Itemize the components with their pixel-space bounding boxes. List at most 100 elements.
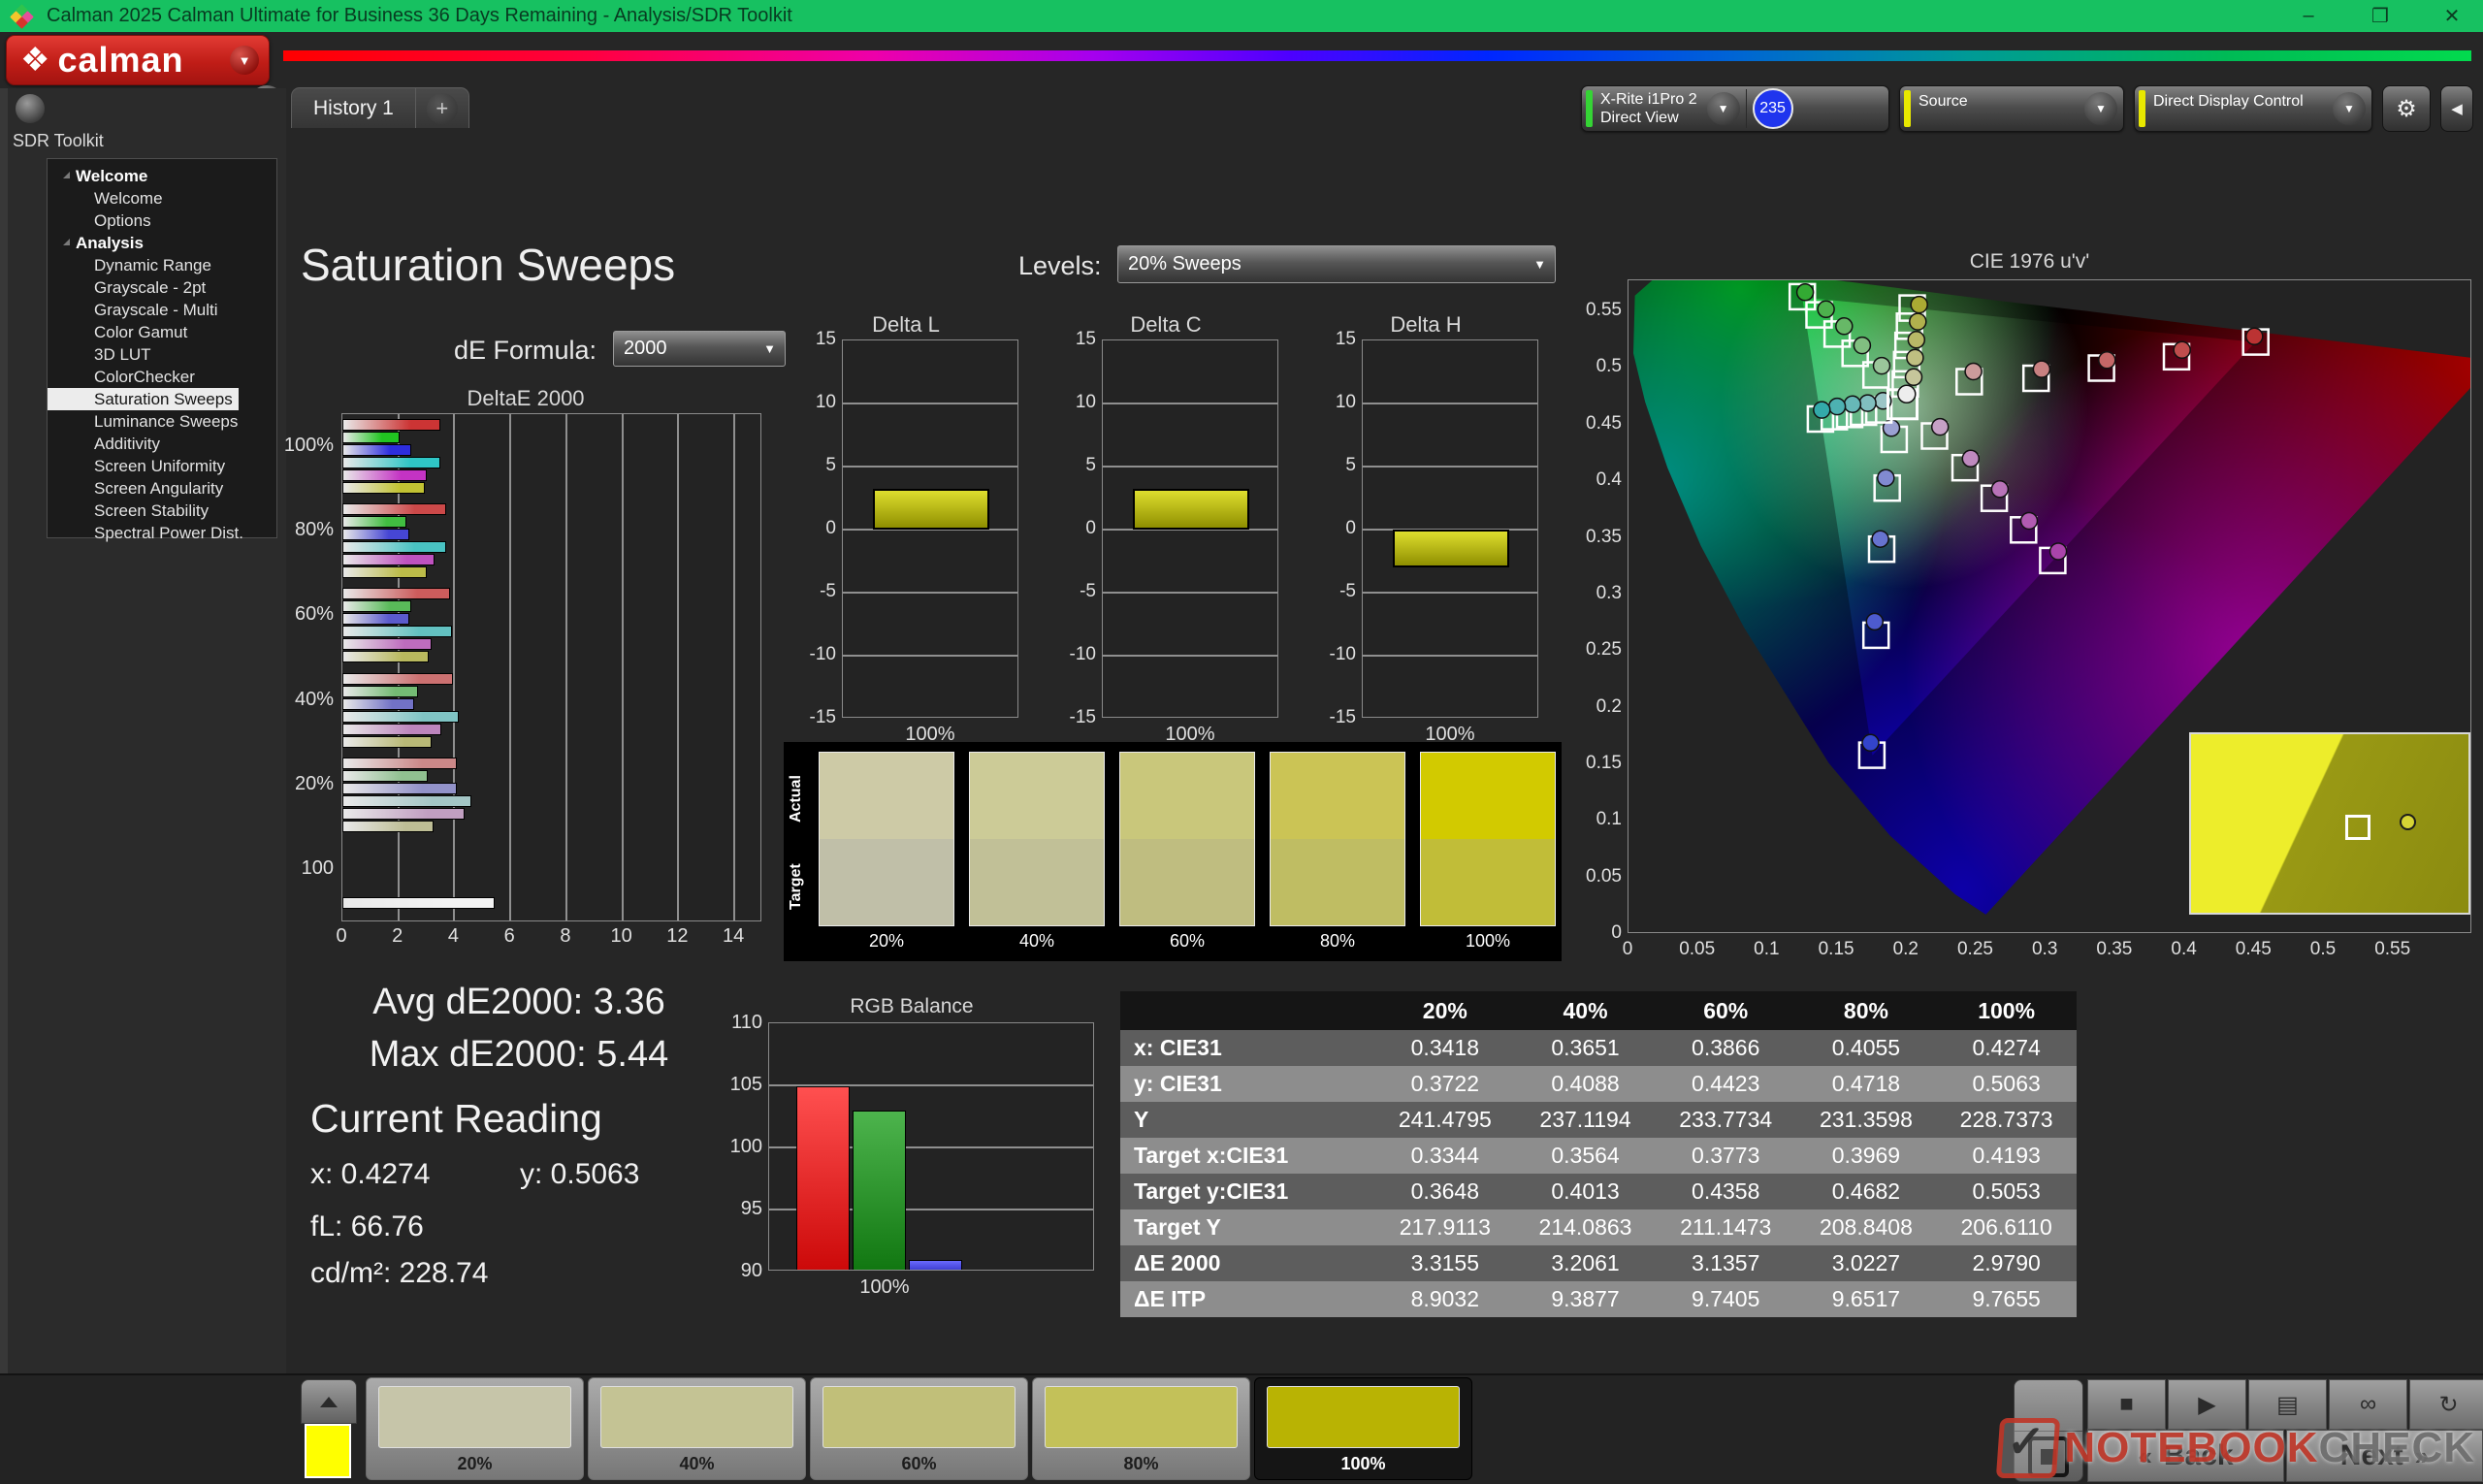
chevron-down-icon[interactable]: ▼ <box>1706 92 1740 125</box>
sidebar-item-colorchecker[interactable]: ColorChecker <box>48 366 276 388</box>
y-tick-label: 105 <box>729 1074 762 1095</box>
deltae-bar-blue <box>342 443 411 456</box>
next-button[interactable]: Next » <box>2286 1430 2483 1482</box>
sidebar-item-additivity[interactable]: Additivity <box>48 433 276 455</box>
sidebar-section-welcome[interactable]: Welcome <box>48 165 276 187</box>
sidebar-item-screen-angularity[interactable]: Screen Angularity <box>48 477 276 500</box>
panel-collapse-button[interactable]: ◀ <box>2440 85 2473 132</box>
table-row: x: CIE31 0.3418 0.3651 0.3866 0.4055 0.4274 <box>1120 1030 2077 1066</box>
pattern-preview-swatch[interactable] <box>305 1424 351 1478</box>
x-tick-label: 10 <box>610 925 632 947</box>
stop-button[interactable]: ■ <box>2087 1379 2166 1430</box>
patch-swatch <box>378 1386 571 1448</box>
x-tick-label: 6 <box>503 925 515 947</box>
sidebar-item-welcome[interactable]: Welcome <box>48 187 276 210</box>
actual-swatch <box>1120 753 1254 839</box>
deltae-bar-cyan <box>342 626 452 638</box>
x-tick-label: 0.55 <box>2374 939 2411 959</box>
row-label: Target y:CIE31 <box>1120 1174 1375 1210</box>
display-control-dropdown[interactable]: Direct Display Control ▼ <box>2134 85 2372 132</box>
target-swatch <box>1271 839 1404 925</box>
patch-label: 80% <box>1123 1454 1159 1473</box>
meter-dropdown[interactable]: X-Rite i1Pro 2 Direct View ▼ 235 <box>1581 85 1889 132</box>
gridline <box>1103 592 1277 594</box>
y-tick-label: 5 <box>1345 455 1356 475</box>
deltae-bar-yellow <box>342 651 430 663</box>
delta-l-chart: Delta L 15 10 5 0 -5 -10 -15 100% <box>776 312 1036 749</box>
deltae-bar-blue <box>342 697 414 710</box>
sidebar-item-color-gamut[interactable]: Color Gamut <box>48 321 276 343</box>
sidebar-knob-icon[interactable] <box>16 94 45 123</box>
pattern-patch-20[interactable]: 20% <box>366 1377 584 1480</box>
levels-button[interactable]: ▤ <box>2248 1379 2327 1430</box>
swatch-column-60: 60% <box>1119 752 1255 952</box>
de-formula-label: dE Formula: <box>454 336 597 365</box>
refresh-button[interactable]: ↻ <box>2409 1379 2483 1430</box>
deltae-bar-blue <box>342 613 410 626</box>
swatch-label: 100% <box>1465 931 1511 951</box>
restore-button[interactable]: ❐ <box>2367 4 2394 28</box>
add-tab-button[interactable]: + <box>416 88 468 128</box>
chevron-down-icon[interactable]: ▼ <box>2333 92 2366 125</box>
de-formula-dropdown[interactable]: 2000 ▼ <box>613 331 786 367</box>
row-label: ΔE ITP <box>1120 1281 1375 1317</box>
loop-button[interactable]: ∞ <box>2329 1379 2407 1430</box>
table-row: Target x:CIE31 0.3344 0.3564 0.3773 0.3969 0.… <box>1120 1138 2077 1174</box>
cell-value: 0.4682 <box>1795 1174 1937 1210</box>
pattern-patch-80[interactable]: 80% <box>1032 1377 1250 1480</box>
pattern-expand-button[interactable] <box>301 1379 357 1424</box>
sidebar-section-analysis[interactable]: Analysis <box>48 232 276 254</box>
cie-1976-diagram: CIE 1976 u'v' 0 0.05 0.1 0.15 0.2 0.25 0.3 0.35 0… <box>1581 250 2478 978</box>
deltae-bar-cyan <box>342 541 446 553</box>
sidebar-item-3d-lut[interactable]: 3D LUT <box>48 343 276 366</box>
x-tick-label: 12 <box>666 925 689 947</box>
cell-value: 0.3969 <box>1795 1138 1937 1174</box>
pattern-window-button[interactable] <box>2014 1379 2083 1482</box>
chevrons-left-icon: « <box>2138 1440 2152 1470</box>
sidebar-item-dynamic-range[interactable]: Dynamic Range <box>48 254 276 276</box>
swatch-box <box>1270 752 1405 926</box>
cell-value: 0.3418 <box>1374 1030 1516 1066</box>
pattern-patch-100[interactable]: 100% <box>1254 1377 1472 1480</box>
cell-value: 0.4088 <box>1515 1066 1656 1102</box>
play-button[interactable]: ▶ <box>2168 1379 2246 1430</box>
swatch-column-40: 40% <box>969 752 1105 952</box>
y-tick-label: -10 <box>1069 644 1096 664</box>
source-dropdown[interactable]: Source ▼ <box>1899 85 2124 132</box>
close-button[interactable]: ✕ <box>2438 4 2466 28</box>
sidebar-item-grayscale-multi[interactable]: Grayscale - Multi <box>48 299 276 321</box>
calman-logo-text: calman <box>57 40 184 80</box>
settings-button[interactable]: ⚙ <box>2382 85 2431 132</box>
back-button[interactable]: « Back <box>2087 1430 2284 1482</box>
cell-value: 9.7405 <box>1655 1281 1796 1317</box>
pattern-patch-40[interactable]: 40% <box>588 1377 806 1480</box>
sidebar-item-luminance-sweeps[interactable]: Luminance Sweeps <box>48 410 276 433</box>
pattern-patch-60[interactable]: 60% <box>810 1377 1028 1480</box>
x-tick-label: 0.35 <box>2096 939 2133 959</box>
deltae-bar-red <box>342 758 458 769</box>
cell-value: 0.3722 <box>1374 1066 1516 1102</box>
measured-point-magenta <box>2048 542 2068 561</box>
chevron-down-icon[interactable]: ▼ <box>2084 92 2117 125</box>
sidebar-item-options[interactable]: Options <box>48 210 276 232</box>
deltae-bar-green <box>342 685 418 697</box>
delta-c-plot-area <box>1102 339 1278 718</box>
cell-value: 0.4274 <box>1936 1030 2077 1066</box>
workflow-controls: X-Rite i1Pro 2 Direct View ▼ 235 Source … <box>1581 85 2473 132</box>
delta-c-bar <box>1133 489 1249 530</box>
sidebar-item-grayscale-2pt[interactable]: Grayscale - 2pt <box>48 276 276 299</box>
levels-dropdown[interactable]: 20% Sweeps ▼ <box>1117 245 1556 283</box>
measured-point-red <box>2098 351 2116 370</box>
sidebar-item-screen-stability[interactable]: Screen Stability <box>48 500 276 522</box>
measured-point-cyan <box>1827 397 1847 416</box>
minimize-button[interactable]: – <box>2295 5 2322 27</box>
calman-menu-button[interactable]: ❖ calman ▼ <box>6 35 270 85</box>
expander-icon <box>63 239 70 245</box>
sidebar-item-screen-uniformity[interactable]: Screen Uniformity <box>48 455 276 477</box>
y-tick-label: -15 <box>1329 707 1356 727</box>
calman-menu-dropdown[interactable]: ▼ <box>230 46 259 75</box>
sidebar-item-spectral-power-dist[interactable]: Spectral Power Dist. <box>48 522 276 544</box>
sidebar-item-saturation-sweeps[interactable]: Saturation Sweeps <box>48 388 239 410</box>
meter-badge[interactable]: 235 <box>1752 88 1793 129</box>
history-tab[interactable]: History 1 + <box>291 87 469 128</box>
